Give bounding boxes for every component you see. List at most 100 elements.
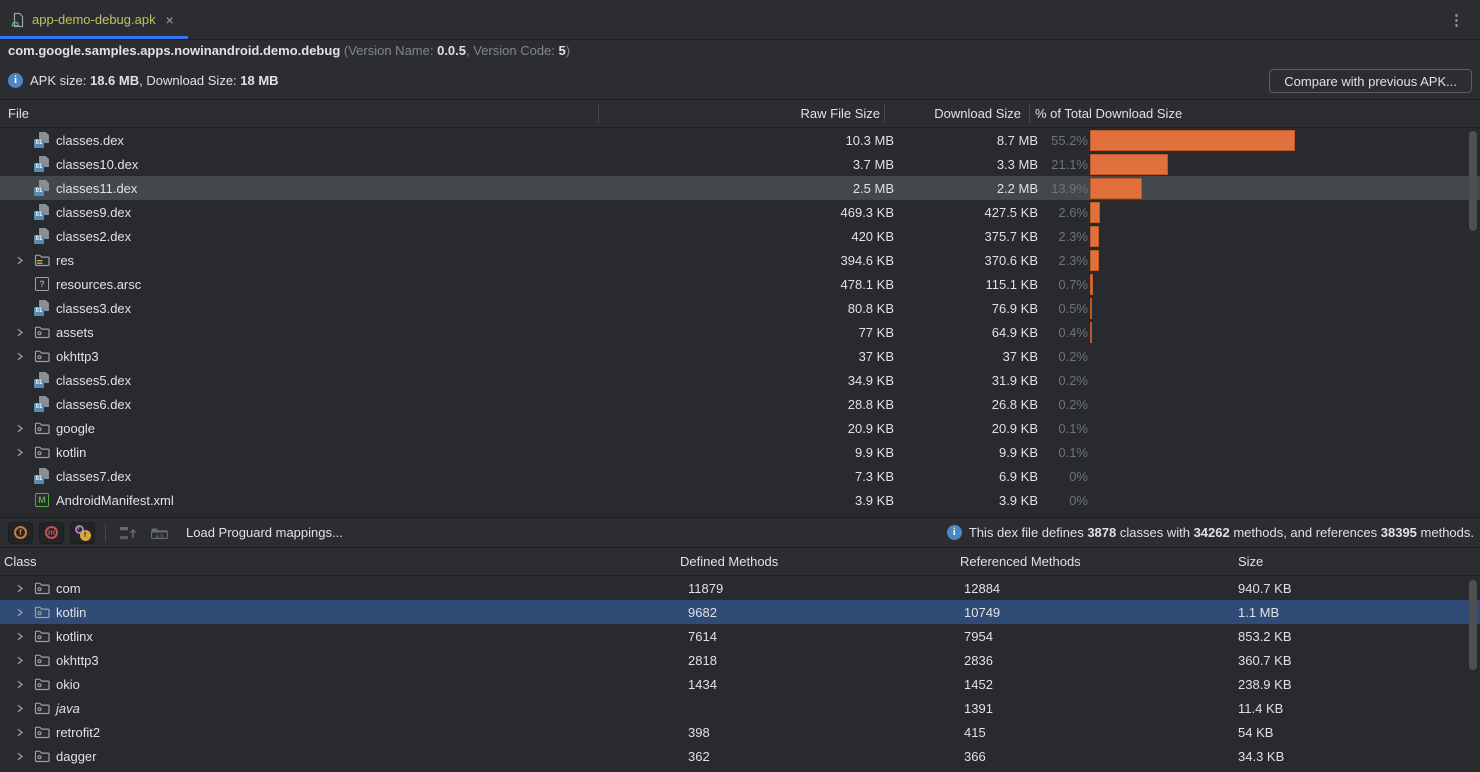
file-icon: 01	[34, 204, 50, 220]
file-row[interactable]: 01 classes6.dex 28.8 KB 26.8 KB 0.2%	[0, 392, 1480, 416]
column-header-class[interactable]: Class	[0, 554, 680, 569]
show-methods-toggle[interactable]: m	[39, 522, 64, 544]
file-icon: 01	[34, 132, 50, 148]
file-row[interactable]: assets 77 KB 64.9 KB 0.4%	[0, 320, 1480, 344]
class-table-scrollbar[interactable]	[1469, 580, 1477, 670]
file-row[interactable]: 01 classes7.dex 7.3 KB 6.9 KB 0%	[0, 464, 1480, 488]
referenced-methods: 2836	[960, 653, 1238, 668]
tab-apk-file[interactable]: app-demo-debug.apk ×	[0, 0, 188, 39]
kebab-menu-icon[interactable]: ⋮	[1449, 11, 1464, 29]
chevron-right-icon[interactable]	[6, 584, 34, 593]
apk-analyzer-window: app-demo-debug.apk × ⋮ com.google.sample…	[0, 0, 1480, 772]
file-icon: 01	[34, 396, 50, 412]
pct-of-download: 0.1%	[1038, 421, 1088, 436]
class-row[interactable]: okhttp3 2818 2836 360.7 KB	[0, 648, 1480, 672]
show-references-toggle[interactable]: r f	[70, 522, 95, 544]
apk-size-bar: i APK size: 18.6 MB, Download Size: 18 M…	[0, 62, 1480, 99]
package-icon	[34, 700, 50, 716]
class-row[interactable]: dagger 362 366 34.3 KB	[0, 744, 1480, 768]
pct-of-download: 0.1%	[1038, 445, 1088, 460]
raw-file-size: 478.1 KB	[714, 277, 894, 292]
load-proguard-link[interactable]: Load Proguard mappings...	[186, 525, 343, 540]
file-row[interactable]: 01 classes3.dex 80.8 KB 76.9 KB 0.5%	[0, 296, 1480, 320]
version-name: 0.0.5	[437, 43, 466, 58]
chevron-right-icon[interactable]	[6, 656, 34, 665]
class-name: dagger	[56, 749, 96, 764]
close-icon[interactable]: ×	[166, 13, 174, 27]
chevron-right-icon[interactable]	[6, 680, 34, 689]
file-row[interactable]: 01 classes.dex 10.3 MB 8.7 MB 55.2%	[0, 128, 1480, 152]
chevron-right-icon[interactable]	[6, 704, 34, 713]
package-icon	[34, 580, 50, 596]
file-name: classes11.dex	[56, 181, 137, 196]
file-row[interactable]: 01 classes10.dex 3.7 MB 3.3 MB 21.1%	[0, 152, 1480, 176]
file-name: classes.dex	[56, 133, 124, 148]
file-row[interactable]: res 394.6 KB 370.6 KB 2.3%	[0, 248, 1480, 272]
file-icon: 01	[34, 180, 50, 196]
chevron-right-icon[interactable]	[6, 608, 34, 617]
referenced-methods: 1452	[960, 677, 1238, 692]
class-name: kotlinx	[56, 629, 93, 644]
raw-file-size: 469.3 KB	[714, 205, 894, 220]
class-table-header: Class Defined Methods Referenced Methods…	[0, 548, 1480, 576]
chevron-right-icon[interactable]	[6, 752, 34, 761]
file-row[interactable]: 01 classes11.dex 2.5 MB 2.2 MB 13.9%	[0, 176, 1480, 200]
chevron-right-icon[interactable]	[6, 424, 34, 433]
editor-tab-bar: app-demo-debug.apk × ⋮	[0, 0, 1480, 40]
toolbar-separator	[105, 524, 106, 542]
download-pct-bar	[1090, 202, 1100, 223]
pct-of-download: 2.3%	[1038, 229, 1088, 244]
file-name: classes6.dex	[56, 397, 131, 412]
file-table-scrollbar[interactable]	[1469, 131, 1477, 231]
chevron-right-icon[interactable]	[6, 328, 34, 337]
raw-file-size: 37 KB	[714, 349, 894, 364]
download-size: 37 KB	[894, 349, 1038, 364]
column-header-pct[interactable]: % of Total Download Size	[1029, 106, 1480, 121]
file-row[interactable]: M AndroidManifest.xml 3.9 KB 3.9 KB 0%	[0, 488, 1480, 512]
version-code: 5	[559, 43, 566, 58]
class-row[interactable]: kotlinx 7614 7954 853.2 KB	[0, 624, 1480, 648]
chevron-right-icon[interactable]	[6, 728, 34, 737]
class-row[interactable]: retrofit2 398 415 54 KB	[0, 720, 1480, 744]
file-row[interactable]: ? resources.arsc 478.1 KB 115.1 KB 0.7%	[0, 272, 1480, 296]
dex-toolbar: f m r f a.b Load Proguard mappings...	[0, 517, 1480, 547]
file-row[interactable]: 01 classes5.dex 34.9 KB 31.9 KB 0.2%	[0, 368, 1480, 392]
package-icon	[34, 652, 50, 668]
compare-apk-button[interactable]: Compare with previous APK...	[1269, 69, 1472, 93]
file-icon	[34, 324, 50, 340]
package-header: com.google.samples.apps.nowinandroid.dem…	[0, 40, 1480, 62]
file-row[interactable]: kotlin 9.9 KB 9.9 KB 0.1%	[0, 440, 1480, 464]
file-row[interactable]: 01 classes9.dex 469.3 KB 427.5 KB 2.6%	[0, 200, 1480, 224]
file-table-header: File Raw File Size Download Size % of To…	[0, 100, 1480, 128]
file-icon: ?	[34, 276, 50, 292]
class-row[interactable]: kotlin 9682 10749 1.1 MB	[0, 600, 1480, 624]
file-row[interactable]: okhttp3 37 KB 37 KB 0.2%	[0, 344, 1480, 368]
pct-of-download: 0%	[1038, 493, 1088, 508]
file-row[interactable]: google 20.9 KB 20.9 KB 0.1%	[0, 416, 1480, 440]
tab-title: app-demo-debug.apk	[32, 12, 156, 27]
chevron-right-icon[interactable]	[6, 632, 34, 641]
package-icon	[34, 604, 50, 620]
class-row[interactable]: com 11879 12884 940.7 KB	[0, 576, 1480, 600]
referenced-methods: 10749	[960, 605, 1238, 620]
column-header-download-size[interactable]: Download Size	[884, 106, 1029, 121]
column-header-raw-size[interactable]: Raw File Size	[598, 106, 884, 121]
file-name: okhttp3	[56, 349, 99, 364]
column-header-file[interactable]: File	[0, 106, 598, 121]
column-header-referenced-methods[interactable]: Referenced Methods	[960, 554, 1238, 569]
package-view-icon[interactable]: a.b	[150, 525, 169, 541]
file-name: google	[56, 421, 95, 436]
class-row[interactable]: java 1391 11.4 KB	[0, 696, 1480, 720]
class-row[interactable]: okio 1434 1452 238.9 KB	[0, 672, 1480, 696]
chevron-right-icon[interactable]	[6, 256, 34, 265]
expand-tree-icon[interactable]	[119, 525, 138, 541]
column-header-size[interactable]: Size	[1238, 554, 1480, 569]
class-name: kotlin	[56, 605, 86, 620]
chevron-right-icon[interactable]	[6, 448, 34, 457]
referenced-methods: 7954	[960, 629, 1238, 644]
download-size: 370.6 KB	[894, 253, 1038, 268]
file-row[interactable]: 01 classes2.dex 420 KB 375.7 KB 2.3%	[0, 224, 1480, 248]
column-header-defined-methods[interactable]: Defined Methods	[680, 554, 960, 569]
show-fields-toggle[interactable]: f	[8, 522, 33, 544]
chevron-right-icon[interactable]	[6, 352, 34, 361]
